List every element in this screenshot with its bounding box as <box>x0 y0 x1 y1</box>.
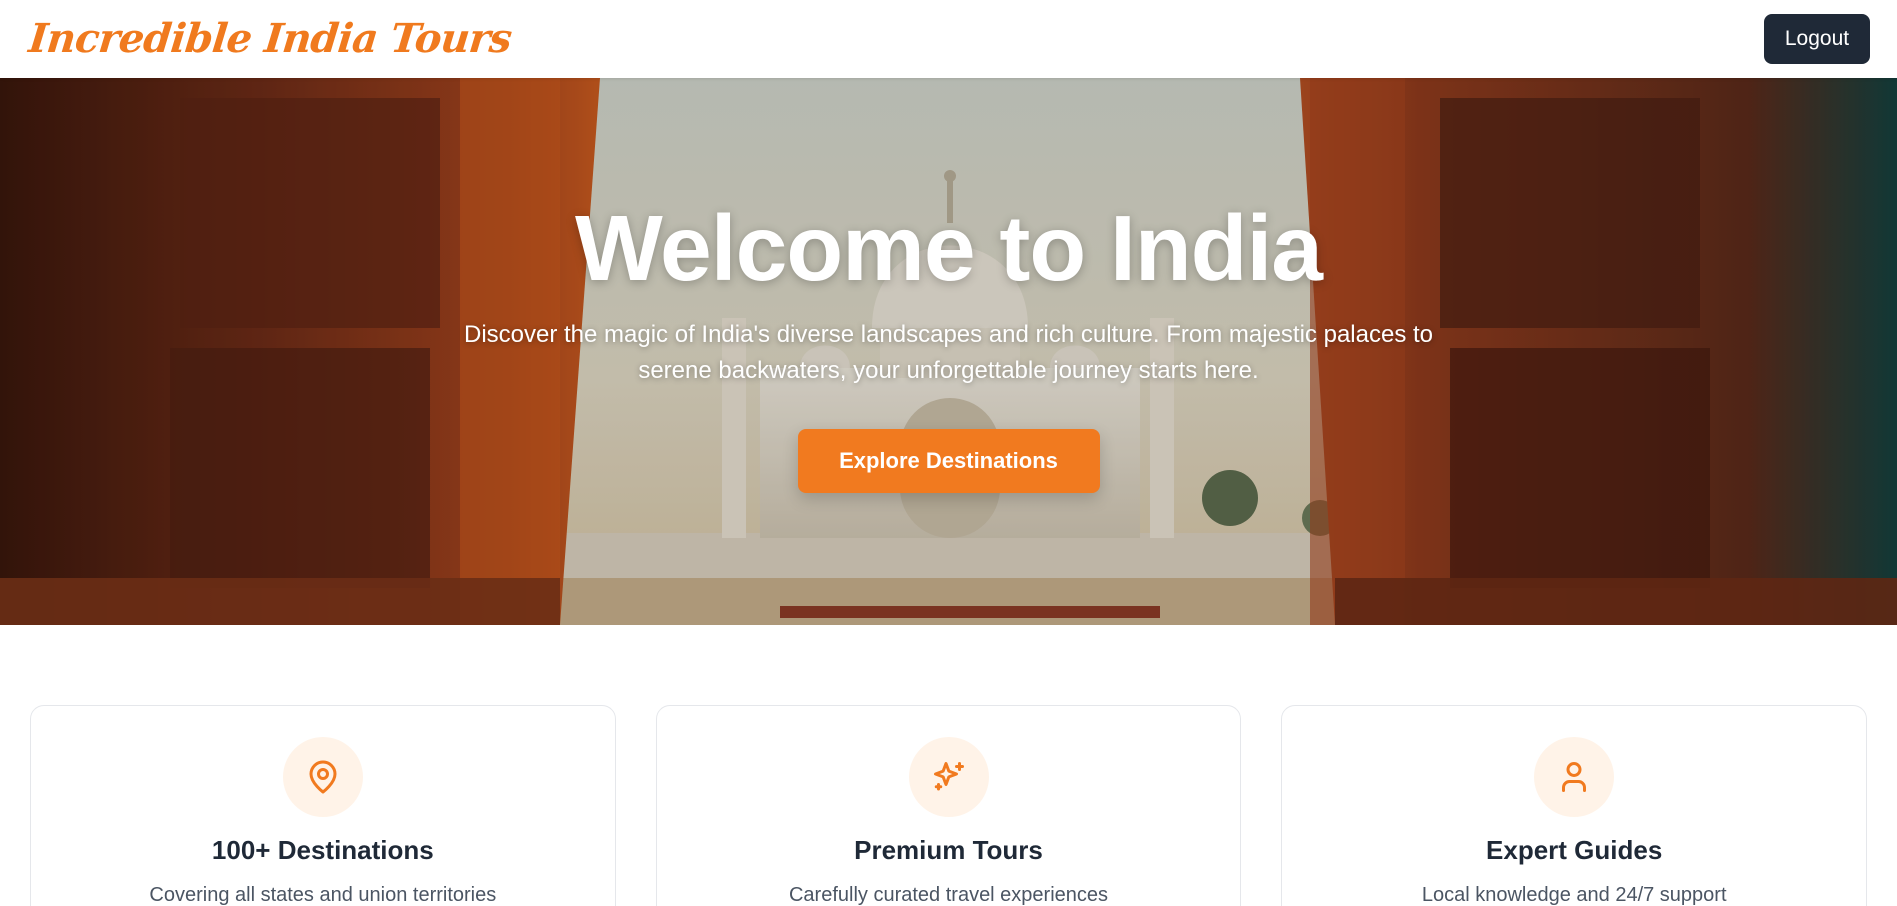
logout-button[interactable]: Logout <box>1764 14 1870 64</box>
sparkles-icon <box>933 762 964 791</box>
user-icon <box>1562 762 1587 792</box>
brand-logo[interactable]: Incredible India Tours <box>27 15 514 62</box>
feature-icon-badge <box>1534 737 1615 817</box>
feature-title: Expert Guides <box>1486 835 1663 865</box>
feature-description: Carefully curated travel experiences <box>788 884 1109 906</box>
feature-card-destinations: 100+ Destinations Covering all states an… <box>30 705 616 906</box>
map-pin-icon <box>309 760 337 794</box>
feature-card-expert-guides: Expert Guides Local knowledge and 24/7 s… <box>1281 705 1868 906</box>
features-section: 100+ Destinations Covering all states an… <box>30 705 1868 906</box>
hero-banner: Welcome to India Discover the magic of I… <box>0 78 1897 625</box>
feature-icon-badge <box>282 737 363 817</box>
feature-card-premium-tours: Premium Tours Carefully curated travel e… <box>655 705 1242 906</box>
feature-title: Premium Tours <box>854 835 1043 865</box>
explore-destinations-button[interactable]: Explore Destinations <box>797 429 1100 493</box>
hero-subtitle: Discover the magic of India's diverse la… <box>463 321 1433 384</box>
hero-content: Welcome to India Discover the magic of I… <box>0 78 1897 625</box>
site-header: Incredible India Tours Logout <box>0 0 1897 78</box>
feature-icon-badge <box>908 737 989 817</box>
feature-title: 100+ Destinations <box>211 835 434 865</box>
feature-description: Local knowledge and 24/7 support <box>1421 884 1727 906</box>
feature-description: Covering all states and union territorie… <box>149 884 497 906</box>
hero-title: Welcome to India <box>574 196 1323 300</box>
